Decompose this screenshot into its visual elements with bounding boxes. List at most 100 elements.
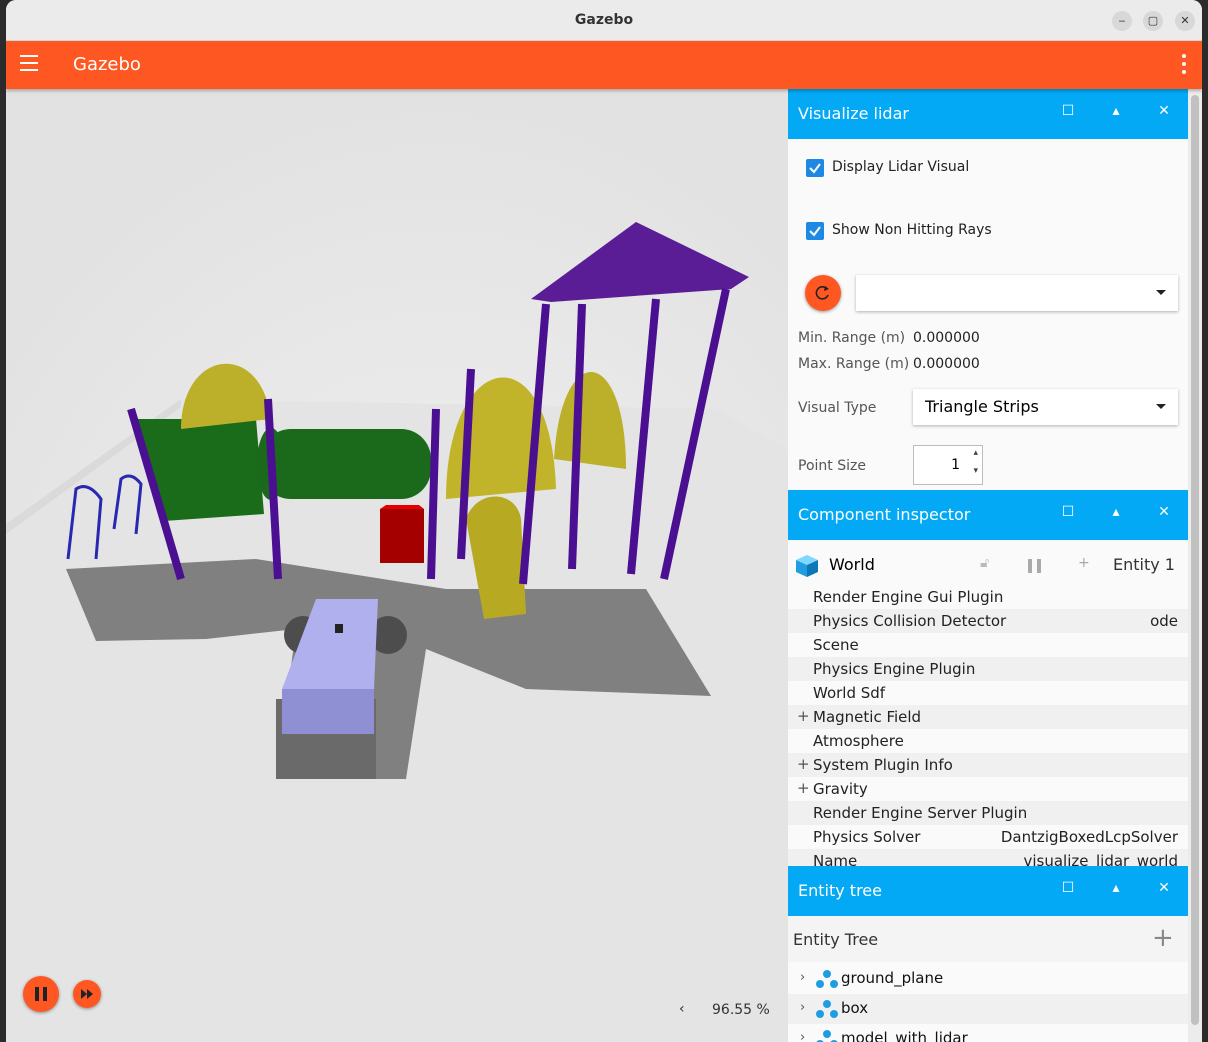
float-panel-icon[interactable]: ☐ [1058, 504, 1078, 520]
collapse-panel-icon[interactable]: ▴ [1106, 103, 1126, 119]
collapse-panel-icon[interactable]: ▴ [1106, 880, 1126, 896]
app-window: Gazebo ‒ ▢ ✕ Gazebo ‹ 96.55 % Visualize … [6, 0, 1202, 1042]
scrollbar-thumb[interactable] [1191, 95, 1199, 1025]
expand-arrow-icon[interactable]: › [800, 970, 805, 985]
min-range-label: Min. Range (m) [798, 330, 906, 346]
hamburger-menu-icon[interactable] [20, 55, 38, 73]
entity-name: model_with_lidar [841, 1029, 968, 1042]
show-non-hitting-rays-checkbox[interactable] [806, 222, 824, 240]
entity-tree-toolbar: Entity Tree + [788, 916, 1188, 962]
playground-scene-render [6, 89, 788, 1042]
inspector-row[interactable]: Render Engine Server Plugin [788, 801, 1188, 825]
visual-type-label: Visual Type [798, 400, 877, 416]
refresh-topics-button[interactable] [805, 275, 841, 311]
inspector-row[interactable]: Physics Solver DantzigBoxedLcpSolver [788, 825, 1188, 849]
lock-icon[interactable]: 🔓︎ [980, 555, 989, 571]
chevron-left-icon[interactable]: ‹ [679, 1001, 685, 1017]
inspector-row[interactable]: Atmosphere [788, 729, 1188, 753]
inspector-row[interactable]: Render Engine Gui Plugin [788, 585, 1188, 609]
component-name: Scene [813, 636, 859, 654]
component-value: ode [1150, 612, 1178, 630]
component-name: Magnetic Field [813, 708, 922, 726]
display-lidar-checkbox[interactable] [806, 159, 824, 177]
scene-3d-viewport[interactable]: ‹ 96.55 % [6, 89, 788, 1042]
model-icon [816, 1000, 838, 1018]
window-titlebar[interactable]: Gazebo ‒ ▢ ✕ [6, 0, 1202, 41]
component-inspector-title: Component inspector [798, 505, 971, 524]
spin-down-icon[interactable]: ▾ [973, 466, 978, 476]
entity-name: box [841, 999, 869, 1017]
close-panel-icon[interactable]: ✕ [1154, 103, 1174, 119]
world-cube-icon [796, 555, 818, 577]
more-options-icon[interactable] [1182, 54, 1186, 78]
entity-type-label: World [829, 555, 875, 574]
expand-icon[interactable]: + [797, 755, 810, 773]
inspector-row[interactable]: + Gravity [788, 777, 1188, 801]
checkmark-icon [809, 163, 821, 174]
display-lidar-label: Display Lidar Visual [832, 159, 970, 175]
point-size-spinbox[interactable]: 1 ▴ ▾ [913, 445, 983, 485]
model-icon [816, 1030, 838, 1042]
spin-up-icon[interactable]: ▴ [973, 448, 978, 458]
component-value: DantzigBoxedLcpSolver [1000, 828, 1178, 846]
entity-tree-header[interactable]: Entity tree ☐ ▴ ✕ [788, 866, 1188, 916]
max-range-value: 0.000000 [913, 356, 980, 372]
max-range-label: Max. Range (m) [798, 356, 910, 372]
component-name: System Plugin Info [813, 756, 953, 774]
component-name: Render Engine Gui Plugin [813, 588, 1004, 606]
app-toolbar: Gazebo [6, 41, 1202, 89]
fast-forward-icon [81, 989, 93, 999]
model-icon [816, 970, 838, 988]
panel-scrollbar[interactable] [1188, 89, 1202, 1042]
right-dock-panel: Visualize lidar ☐ ▴ ✕ Display Lidar Visu… [788, 89, 1188, 1042]
component-name: Physics Collision Detector [813, 612, 1007, 630]
close-panel-icon[interactable]: ✕ [1154, 504, 1174, 520]
float-panel-icon[interactable]: ☐ [1058, 880, 1078, 896]
entity-tree-item[interactable]: › ground_plane [788, 964, 1188, 994]
checkmark-icon [809, 226, 821, 237]
entity-tree-item[interactable]: › model_with_lidar [788, 1024, 1188, 1042]
float-panel-icon[interactable]: ☐ [1058, 103, 1078, 119]
component-name: Gravity [813, 780, 868, 798]
close-window-button[interactable]: ✕ [1175, 11, 1195, 31]
dropdown-arrow-icon [1156, 404, 1166, 409]
step-button[interactable] [73, 980, 101, 1008]
refresh-icon [815, 286, 829, 300]
expand-arrow-icon[interactable]: › [800, 1030, 805, 1042]
inspector-row[interactable]: World Sdf [788, 681, 1188, 705]
inspector-row[interactable]: + Magnetic Field [788, 705, 1188, 729]
inspector-entity-header: World 🔓︎ + Entity 1 [788, 541, 1188, 591]
component-name: Physics Solver [813, 828, 921, 846]
pause-icon [35, 987, 47, 1001]
visual-type-value: Triangle Strips [925, 397, 1039, 416]
entity-tree-item[interactable]: › box [788, 994, 1188, 1024]
add-entity-icon[interactable]: + [1152, 923, 1174, 953]
lidar-topic-dropdown[interactable] [856, 275, 1178, 311]
inspector-row[interactable]: + System Plugin Info [788, 753, 1188, 777]
inspector-row[interactable]: Physics Collision Detector ode [788, 609, 1188, 633]
collapse-panel-icon[interactable]: ▴ [1106, 504, 1126, 520]
pause-button[interactable] [23, 976, 59, 1012]
visualize-lidar-header[interactable]: Visualize lidar ☐ ▴ ✕ [788, 89, 1188, 139]
inspector-row[interactable]: Scene [788, 633, 1188, 657]
expand-icon[interactable]: + [797, 707, 810, 725]
point-size-label: Point Size [798, 458, 866, 474]
point-size-value: 1 [951, 457, 960, 473]
min-range-value: 0.000000 [913, 330, 980, 346]
zoom-level: 96.55 % [712, 1002, 770, 1018]
expand-arrow-icon[interactable]: › [800, 1000, 805, 1015]
app-title: Gazebo [73, 54, 141, 75]
pause-updates-icon[interactable] [1026, 558, 1046, 574]
maximize-button[interactable]: ▢ [1143, 11, 1163, 31]
component-name: Atmosphere [813, 732, 904, 750]
show-non-hitting-rays-label: Show Non Hitting Rays [832, 222, 992, 238]
visual-type-dropdown[interactable]: Triangle Strips [913, 389, 1178, 425]
close-panel-icon[interactable]: ✕ [1154, 880, 1174, 896]
add-component-icon[interactable]: + [1078, 555, 1090, 571]
component-name: Physics Engine Plugin [813, 660, 976, 678]
inspector-row[interactable]: Physics Engine Plugin [788, 657, 1188, 681]
dropdown-arrow-icon [1156, 290, 1166, 295]
component-inspector-header[interactable]: Component inspector ☐ ▴ ✕ [788, 490, 1188, 540]
minimize-button[interactable]: ‒ [1112, 11, 1132, 31]
expand-icon[interactable]: + [797, 779, 810, 797]
